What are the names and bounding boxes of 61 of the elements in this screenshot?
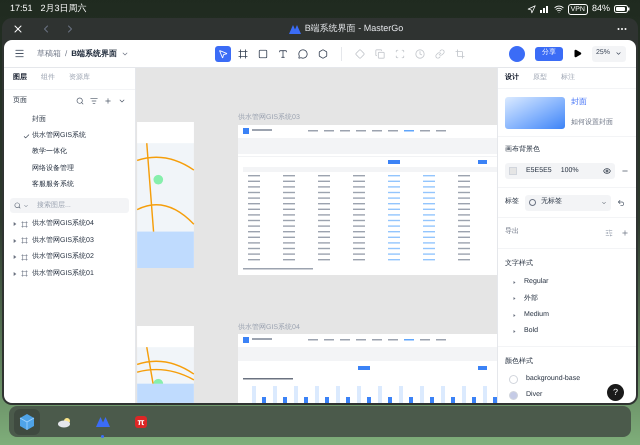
breadcrumb-link[interactable]: 草稿箱 — [37, 48, 61, 60]
square-icon — [258, 48, 268, 58]
file-name[interactable]: B端系统界面 — [71, 48, 118, 60]
frame-icon — [21, 270, 28, 278]
caret-icon — [23, 203, 29, 209]
settings-icon[interactable] — [605, 228, 613, 237]
triangle-icon[interactable] — [513, 297, 516, 300]
cover-thumbnail[interactable] — [505, 96, 565, 129]
avatar[interactable] — [508, 46, 525, 62]
scan-icon — [395, 48, 406, 58]
battery-percent: 84% — [592, 2, 610, 16]
add-icon[interactable] — [621, 228, 629, 237]
triangle-icon[interactable] — [513, 330, 516, 333]
color-swatch — [509, 167, 517, 176]
frame-icon — [238, 48, 248, 58]
eye-icon[interactable] — [603, 167, 611, 176]
caret-icon — [601, 200, 607, 206]
pi-app-icon[interactable]: π — [135, 416, 147, 428]
battery-icon — [614, 5, 630, 13]
copy-icon — [375, 48, 386, 58]
help-button[interactable]: ? — [607, 384, 624, 401]
play-icon[interactable] — [572, 49, 582, 58]
signal-icon — [540, 5, 550, 13]
triangle-icon[interactable] — [13, 272, 17, 276]
frame-icon — [21, 237, 28, 244]
status-date: 2月3日周六 — [40, 2, 87, 16]
list-icon[interactable] — [90, 97, 98, 105]
triangle-icon[interactable] — [13, 255, 17, 260]
wifi-icon — [554, 4, 564, 14]
cube-app-icon[interactable] — [14, 408, 40, 434]
hexagon-icon — [318, 48, 328, 58]
link-icon — [435, 48, 446, 58]
close-icon[interactable] — [12, 23, 24, 35]
tool-button[interactable] — [215, 46, 232, 62]
location-icon — [526, 4, 536, 14]
pointer-icon — [218, 48, 228, 58]
frame-icon — [21, 254, 28, 261]
caret-icon — [615, 50, 622, 57]
triangle-icon[interactable] — [13, 238, 17, 243]
triangle-icon[interactable] — [513, 314, 516, 317]
search-icon[interactable] — [76, 97, 84, 105]
text-icon — [278, 48, 288, 58]
chevron-icon[interactable] — [118, 97, 126, 105]
diamond-icon — [355, 48, 366, 58]
clock-icon — [415, 48, 426, 58]
frame-icon — [21, 220, 28, 228]
crop-icon — [455, 48, 466, 58]
undo-icon[interactable] — [617, 198, 625, 207]
triangle-icon[interactable] — [13, 222, 17, 226]
check-icon — [23, 132, 30, 140]
cloud-sun-app-icon[interactable] — [57, 416, 73, 428]
search-icon — [14, 202, 21, 209]
add-icon[interactable] — [104, 97, 112, 105]
cover-link[interactable]: 封面 — [571, 96, 613, 108]
speech-bubble-icon — [298, 48, 308, 58]
window-title: B端系统界面 - MasterGo — [304, 22, 404, 36]
status-time: 17:51 — [10, 2, 33, 16]
breadcrumb-separator: / — [65, 48, 68, 60]
app-logo-icon — [288, 24, 301, 34]
menu-icon[interactable] — [14, 48, 25, 59]
triangle-icon[interactable] — [513, 280, 516, 284]
